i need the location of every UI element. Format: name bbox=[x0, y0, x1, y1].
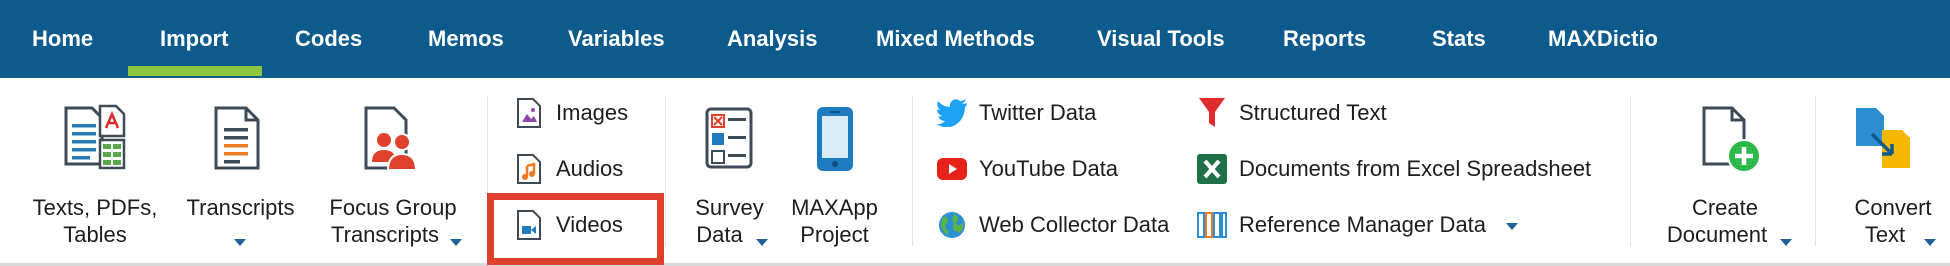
survey-dropdown-arrow[interactable] bbox=[756, 239, 768, 246]
excel-documents-label: Documents from Excel Spreadsheet bbox=[1239, 156, 1592, 181]
tab-reports[interactable]: Reports bbox=[1283, 0, 1366, 78]
convert-text-icon bbox=[1856, 108, 1910, 168]
transcripts-icon bbox=[214, 106, 260, 170]
reference-manager-dropdown-arrow[interactable] bbox=[1506, 223, 1518, 230]
import-excel-documents-button[interactable]: Documents from Excel Spreadsheet bbox=[1195, 147, 1591, 191]
twitter-data-label: Twitter Data bbox=[979, 100, 1097, 125]
video-file-icon bbox=[512, 208, 546, 242]
tab-mixed-methods[interactable]: Mixed Methods bbox=[876, 0, 1035, 78]
import-maxapp-project-button[interactable]: MAXApp Project bbox=[782, 78, 887, 266]
videos-label: Videos bbox=[556, 212, 623, 237]
image-file-icon bbox=[512, 96, 546, 130]
transcripts-label: Transcripts bbox=[186, 195, 295, 220]
survey-label-line2: Data bbox=[696, 222, 743, 247]
create-document-label-line1: Create bbox=[1691, 195, 1759, 220]
create-document-label-line2: Document bbox=[1666, 222, 1768, 247]
convert-text-dropdown-arrow[interactable] bbox=[1924, 239, 1936, 246]
ribbon-separator bbox=[1815, 96, 1816, 246]
tab-home[interactable]: Home bbox=[32, 0, 93, 78]
import-twitter-data-button[interactable]: Twitter Data bbox=[935, 91, 1096, 135]
globe-icon bbox=[935, 208, 969, 242]
focus-group-label-line1: Focus Group bbox=[329, 195, 457, 220]
books-icon bbox=[1195, 208, 1229, 242]
tab-visual-tools[interactable]: Visual Tools bbox=[1097, 0, 1225, 78]
create-document-dropdown-arrow[interactable] bbox=[1780, 239, 1792, 246]
import-audios-button[interactable]: Audios bbox=[512, 147, 623, 191]
transcripts-dropdown-arrow[interactable] bbox=[234, 239, 246, 246]
import-web-collector-button[interactable]: Web Collector Data bbox=[935, 203, 1169, 247]
survey-data-icon bbox=[705, 107, 753, 169]
import-ribbon: Texts, PDFs, Tables Transcripts Focus Gr… bbox=[0, 78, 1950, 266]
import-survey-data-button[interactable]: Survey Data bbox=[682, 78, 777, 266]
tab-maxdictio[interactable]: MAXDictio bbox=[1548, 0, 1658, 78]
ribbon-tab-bar: Home Import Codes Memos Variables Analys… bbox=[0, 0, 1950, 78]
import-videos-button[interactable]: Videos bbox=[512, 203, 623, 247]
texts-pdfs-label-line1: Texts, PDFs, bbox=[32, 195, 158, 220]
reference-manager-label: Reference Manager Data bbox=[1239, 212, 1487, 237]
maxapp-phone-icon bbox=[817, 107, 853, 171]
ribbon-separator bbox=[912, 96, 913, 246]
import-reference-manager-button[interactable]: Reference Manager Data bbox=[1195, 203, 1486, 247]
tab-codes[interactable]: Codes bbox=[295, 0, 362, 78]
focus-group-dropdown-arrow[interactable] bbox=[450, 239, 462, 246]
funnel-icon bbox=[1195, 96, 1229, 130]
tab-analysis[interactable]: Analysis bbox=[727, 0, 818, 78]
twitter-bird-icon bbox=[935, 96, 969, 130]
create-document-button[interactable]: Create Document bbox=[1650, 78, 1800, 266]
tab-variables[interactable]: Variables bbox=[568, 0, 665, 78]
ribbon-separator bbox=[1630, 96, 1631, 246]
maxapp-label-line1: MAXApp bbox=[791, 195, 878, 220]
import-images-button[interactable]: Images bbox=[512, 91, 628, 135]
tab-stats[interactable]: Stats bbox=[1432, 0, 1486, 78]
audios-label: Audios bbox=[556, 156, 624, 181]
web-collector-label: Web Collector Data bbox=[979, 212, 1170, 237]
survey-label-line1: Survey bbox=[695, 195, 764, 220]
youtube-data-label: YouTube Data bbox=[979, 156, 1119, 181]
audio-file-icon bbox=[512, 152, 546, 186]
structured-text-label: Structured Text bbox=[1239, 100, 1387, 125]
import-transcripts-button[interactable]: Transcripts bbox=[178, 78, 303, 266]
ribbon-separator bbox=[487, 96, 488, 246]
focus-group-label-line2: Transcripts bbox=[331, 222, 439, 247]
create-document-icon bbox=[1702, 106, 1761, 173]
active-tab-indicator bbox=[128, 66, 262, 76]
texts-pdfs-tables-icon bbox=[64, 104, 126, 170]
convert-text-button[interactable]: Convert Text bbox=[1828, 78, 1950, 266]
maxapp-label-line2: Project bbox=[800, 222, 869, 247]
import-youtube-data-button[interactable]: YouTube Data bbox=[935, 147, 1118, 191]
ribbon-separator bbox=[665, 96, 666, 246]
youtube-icon bbox=[935, 152, 969, 186]
import-structured-text-button[interactable]: Structured Text bbox=[1195, 91, 1387, 135]
convert-text-label-line1: Convert bbox=[1854, 195, 1932, 220]
images-label: Images bbox=[556, 100, 629, 125]
focus-group-icon bbox=[364, 106, 418, 171]
import-focus-group-button[interactable]: Focus Group Transcripts bbox=[318, 78, 468, 266]
excel-icon bbox=[1195, 152, 1229, 186]
texts-pdfs-label-line2: Tables bbox=[63, 222, 127, 247]
tab-memos[interactable]: Memos bbox=[428, 0, 504, 78]
import-texts-pdfs-tables-button[interactable]: Texts, PDFs, Tables bbox=[20, 78, 170, 266]
